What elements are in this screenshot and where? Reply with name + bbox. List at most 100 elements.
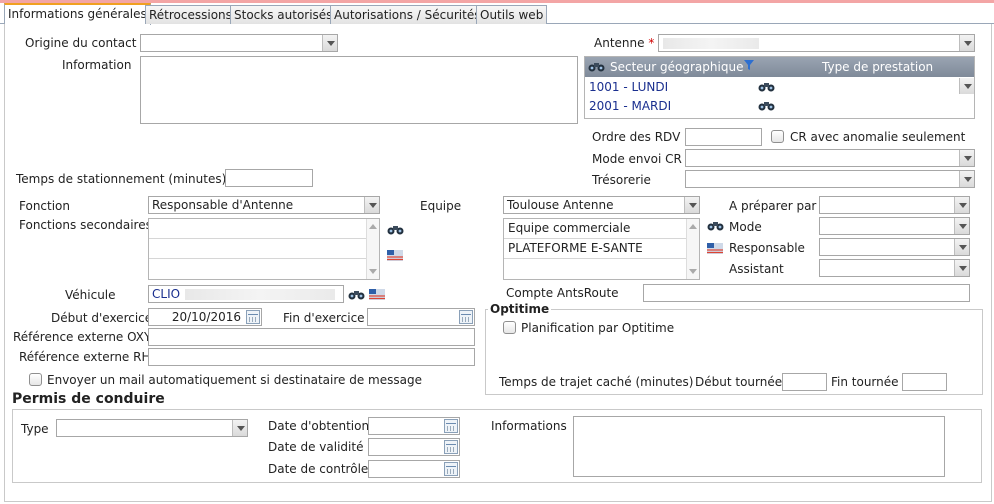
eraser-icon[interactable] bbox=[707, 243, 723, 254]
cr-anomalie-checkbox[interactable] bbox=[771, 130, 784, 143]
a-preparer-par-label: A préparer par bbox=[729, 199, 817, 213]
temps-trajet-label: Temps de trajet caché (minutes) bbox=[499, 375, 694, 389]
ordre-rdv-input[interactable] bbox=[685, 128, 762, 146]
chevron-down-icon[interactable] bbox=[954, 218, 969, 234]
mode-select[interactable] bbox=[819, 217, 970, 235]
eraser-icon[interactable] bbox=[369, 289, 385, 300]
mode-envoi-cr-select[interactable] bbox=[685, 149, 975, 167]
secteur-row-1001-lundi[interactable]: 1001 - LUNDI bbox=[589, 80, 668, 94]
antenne-label-text: Antenne bbox=[594, 36, 645, 50]
equipe-value: Toulouse Antenne bbox=[507, 198, 614, 212]
list-item[interactable]: PLATEFORME E-SANTE bbox=[504, 239, 687, 259]
fonctions-secondaires-list[interactable] bbox=[148, 218, 380, 280]
type-prestation-column-header[interactable]: Type de prestation bbox=[822, 60, 933, 74]
tab-autorisations-securites[interactable]: Autorisations / Sécurités bbox=[330, 5, 485, 24]
calendar-icon[interactable] bbox=[246, 310, 260, 324]
binoculars-icon[interactable] bbox=[387, 224, 404, 235]
chevron-down-icon[interactable] bbox=[322, 35, 337, 51]
information-label: Information bbox=[62, 58, 132, 72]
tab-informations-generales[interactable]: Informations générales bbox=[4, 3, 151, 25]
ref-externe-rh-input[interactable] bbox=[148, 348, 475, 366]
date-validite-input[interactable] bbox=[368, 438, 460, 456]
assistant-select[interactable] bbox=[819, 259, 970, 277]
vehicule-redacted-value bbox=[185, 289, 335, 300]
mode-envoi-cr-label: Mode envoi CR bbox=[592, 152, 682, 166]
ordre-rdv-label: Ordre des RDV bbox=[592, 130, 681, 144]
permis-type-select[interactable] bbox=[56, 419, 248, 437]
chevron-down-icon[interactable] bbox=[954, 239, 969, 255]
date-obtention-input[interactable] bbox=[368, 417, 460, 435]
fonction-value: Responsable d'Antenne bbox=[152, 198, 294, 212]
chevron-down-icon[interactable] bbox=[959, 171, 974, 187]
binoculars-icon[interactable] bbox=[588, 61, 605, 72]
eraser-icon[interactable] bbox=[387, 250, 403, 261]
fonctions-secondaires-label: Fonctions secondaires bbox=[19, 218, 152, 232]
permis-informations-textarea[interactable] bbox=[573, 416, 945, 477]
responsable-select[interactable] bbox=[819, 238, 970, 256]
chevron-down-icon[interactable] bbox=[959, 150, 974, 166]
scroll-up-icon[interactable] bbox=[369, 224, 377, 229]
optitime-legend: Optitime bbox=[488, 302, 552, 316]
ref-externe-rh-label: Référence externe RH bbox=[19, 350, 151, 364]
date-controle-input[interactable] bbox=[368, 460, 460, 478]
envoyer-mail-label: Envoyer un mail automatiquement si desti… bbox=[47, 373, 422, 387]
fin-exercice-label: Fin d'exercice bbox=[283, 311, 365, 325]
scroll-down-icon[interactable] bbox=[369, 269, 377, 274]
debut-exercice-label: Début d'exercice bbox=[51, 311, 153, 325]
vehicule-label: Véhicule bbox=[65, 288, 116, 302]
equipe-select[interactable]: Toulouse Antenne bbox=[503, 196, 700, 214]
secteur-row-2001-mardi[interactable]: 2001 - MARDI bbox=[589, 99, 671, 113]
ref-externe-oxy-input[interactable] bbox=[148, 328, 475, 346]
date-validite-label: Date de validité bbox=[268, 440, 364, 454]
temps-stationnement-label: Temps de stationnement (minutes) bbox=[16, 172, 227, 186]
chevron-down-icon[interactable] bbox=[959, 78, 974, 94]
responsable-label: Responsable bbox=[729, 241, 805, 255]
chevron-down-icon[interactable] bbox=[954, 197, 969, 213]
chevron-down-icon[interactable] bbox=[954, 260, 969, 276]
list-item[interactable] bbox=[149, 219, 367, 239]
permis-section-title: Permis de conduire bbox=[12, 391, 165, 407]
calendar-icon[interactable] bbox=[444, 462, 458, 476]
fonctions-secondaires-scrollbar[interactable] bbox=[366, 219, 379, 279]
debut-tournee-input[interactable] bbox=[782, 373, 827, 391]
list-item[interactable]: Equipe commerciale bbox=[504, 219, 687, 239]
planification-optitime-checkbox[interactable] bbox=[503, 321, 516, 334]
binoculars-icon[interactable] bbox=[707, 220, 724, 231]
chevron-down-icon[interactable] bbox=[364, 197, 379, 213]
tab-retrocessions[interactable]: Rétrocessions bbox=[145, 5, 236, 24]
calendar-icon[interactable] bbox=[459, 310, 473, 324]
permis-informations-label: Informations bbox=[491, 419, 567, 433]
chevron-down-icon[interactable] bbox=[232, 420, 247, 436]
scroll-up-icon[interactable] bbox=[689, 224, 697, 229]
equipe-list[interactable]: Equipe commerciale PLATEFORME E-SANTE bbox=[503, 218, 700, 280]
information-textarea[interactable] bbox=[140, 56, 578, 124]
filter-icon[interactable] bbox=[743, 59, 755, 71]
equipe-list-scrollbar[interactable] bbox=[686, 219, 699, 279]
secteur-column-header[interactable]: Secteur géographique bbox=[610, 60, 743, 74]
fin-exercice-input[interactable] bbox=[367, 308, 475, 326]
list-item[interactable] bbox=[149, 239, 367, 259]
binoculars-icon[interactable] bbox=[758, 100, 775, 111]
vehicule-input[interactable]: CLIO bbox=[148, 285, 344, 303]
type-prestation-select-row-1[interactable] bbox=[880, 78, 974, 96]
fin-tournee-input[interactable] bbox=[902, 373, 947, 391]
compte-antsroute-input[interactable] bbox=[643, 284, 970, 302]
binoculars-icon[interactable] bbox=[348, 289, 365, 300]
tab-outils-web[interactable]: Outils web bbox=[476, 5, 548, 24]
calendar-icon[interactable] bbox=[444, 440, 458, 454]
origine-contact-select[interactable] bbox=[140, 34, 338, 52]
debut-exercice-input[interactable]: 20/10/2016 bbox=[148, 308, 262, 326]
chevron-down-icon[interactable] bbox=[684, 197, 699, 213]
temps-stationnement-input[interactable] bbox=[225, 169, 313, 187]
fonction-select[interactable]: Responsable d'Antenne bbox=[148, 196, 380, 214]
tresorerie-select[interactable] bbox=[685, 170, 975, 188]
antenne-select[interactable] bbox=[658, 34, 975, 52]
tab-stocks-autorises[interactable]: Stocks autorisés bbox=[230, 5, 337, 24]
chevron-down-icon[interactable] bbox=[959, 35, 974, 51]
a-preparer-par-select[interactable] bbox=[819, 196, 970, 214]
scroll-down-icon[interactable] bbox=[689, 269, 697, 274]
envoyer-mail-checkbox[interactable] bbox=[29, 373, 42, 386]
binoculars-icon[interactable] bbox=[758, 81, 775, 92]
calendar-icon[interactable] bbox=[444, 419, 458, 433]
assistant-label: Assistant bbox=[729, 262, 784, 276]
